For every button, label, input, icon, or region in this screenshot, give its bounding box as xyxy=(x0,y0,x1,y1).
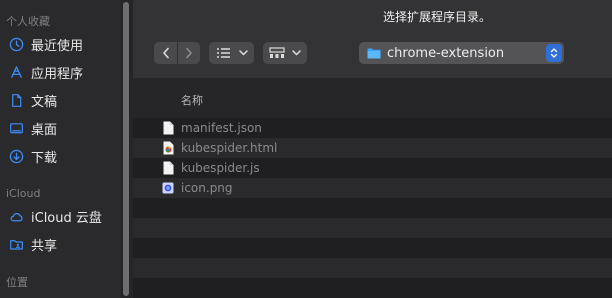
grid-icon xyxy=(269,47,285,58)
file-list: manifest.json kubespider.html kubespider… xyxy=(133,118,612,298)
download-icon xyxy=(8,148,24,164)
sidebar: 个人收藏 最近使用 应用程序 文稿 桌面 下载 iCloud iCloud 云盘… xyxy=(0,0,121,298)
apps-icon xyxy=(8,64,24,80)
file-row[interactable]: kubespider.html xyxy=(133,138,612,158)
empty-row xyxy=(133,258,612,278)
file-name: kubespider.js xyxy=(181,161,260,175)
column-header: 名称 xyxy=(133,78,612,118)
location-popup[interactable]: chrome-extension xyxy=(359,42,564,64)
sidebar-item-label: 最近使用 xyxy=(31,38,84,54)
scrollbar-thumb[interactable] xyxy=(123,2,129,296)
chevron-right-icon xyxy=(185,47,192,59)
navigation-buttons xyxy=(154,42,200,64)
view-mode-button[interactable] xyxy=(209,42,254,64)
sidebar-item-applications[interactable]: 应用程序 xyxy=(8,62,83,82)
empty-row xyxy=(133,238,612,258)
file-row[interactable]: kubespider.js xyxy=(133,158,612,178)
toolbar: 选择扩展程序目录。 chrome-extension xyxy=(133,0,612,78)
file-browser: 选择扩展程序目录。 chrome-extension 名称 manifest.j… xyxy=(133,0,612,298)
sidebar-item-downloads[interactable]: 下载 xyxy=(8,146,57,166)
sidebar-item-icloud-drive[interactable]: iCloud 云盘 xyxy=(8,206,102,226)
sidebar-item-recents[interactable]: 最近使用 xyxy=(8,34,83,54)
chevron-left-icon xyxy=(162,47,169,59)
empty-row xyxy=(133,198,612,218)
chevron-down-icon xyxy=(238,50,248,56)
current-folder-name: chrome-extension xyxy=(387,45,505,61)
file-name: manifest.json xyxy=(181,121,262,135)
shared-folder-icon xyxy=(8,236,24,252)
popup-stepper[interactable] xyxy=(546,44,562,62)
chevron-down-icon xyxy=(292,50,301,56)
forward-button[interactable] xyxy=(178,42,200,64)
file-row[interactable]: manifest.json xyxy=(133,118,612,138)
html-file-icon xyxy=(162,141,174,155)
back-button[interactable] xyxy=(155,42,177,64)
sidebar-item-desktop[interactable]: 桌面 xyxy=(8,118,57,138)
sidebar-item-label: 桌面 xyxy=(31,122,58,138)
sidebar-item-documents[interactable]: 文稿 xyxy=(8,90,57,110)
image-file-icon xyxy=(162,181,174,195)
empty-row xyxy=(133,218,612,238)
updown-chevron-icon xyxy=(550,48,558,58)
name-column-header[interactable]: 名称 xyxy=(181,92,203,108)
sidebar-item-label: 文稿 xyxy=(31,94,58,110)
folder-icon xyxy=(367,48,381,59)
locations-section-title: 位置 xyxy=(6,276,28,289)
favorites-section-title: 个人收藏 xyxy=(6,15,50,28)
sidebar-item-label: 应用程序 xyxy=(31,66,84,82)
clock-icon xyxy=(8,36,24,52)
dialog-title: 选择扩展程序目录。 xyxy=(383,10,492,24)
icloud-section-title: iCloud xyxy=(6,187,41,200)
file-name: kubespider.html xyxy=(181,141,278,155)
empty-row xyxy=(133,278,612,298)
sidebar-item-label: 下载 xyxy=(31,150,58,166)
list-view-icon xyxy=(216,48,230,58)
sidebar-item-shared[interactable]: 共享 xyxy=(8,234,57,254)
desktop-icon xyxy=(8,120,24,136)
document-icon xyxy=(162,161,174,175)
cloud-icon xyxy=(8,208,24,224)
file-name: icon.png xyxy=(181,181,233,195)
document-icon xyxy=(162,121,174,135)
sidebar-item-label: 共享 xyxy=(31,238,58,254)
file-row[interactable]: icon.png xyxy=(133,178,612,198)
document-icon xyxy=(8,92,24,108)
sidebar-scrollbar[interactable] xyxy=(121,0,133,298)
sidebar-item-label: iCloud 云盘 xyxy=(31,210,102,226)
group-by-button[interactable] xyxy=(263,42,307,64)
